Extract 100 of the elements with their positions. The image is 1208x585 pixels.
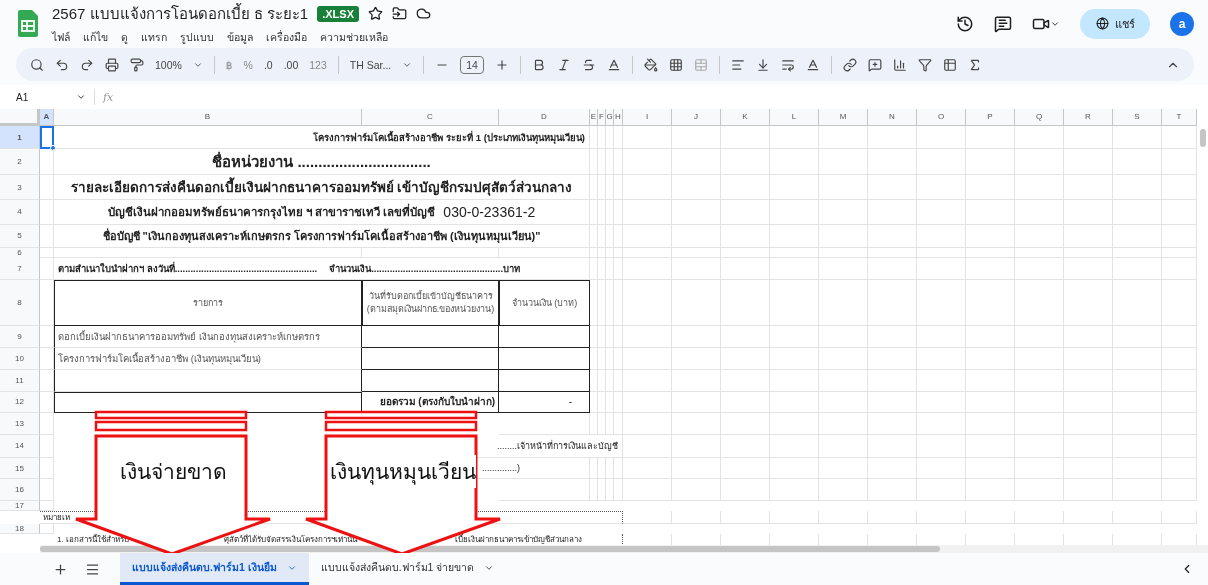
grid-cell[interactable] [868,224,917,249]
grid-cell[interactable] [598,199,606,225]
grid-cell[interactable] [623,224,672,249]
grid-cell[interactable] [966,413,1015,435]
row-header[interactable]: 12 [0,391,40,414]
grid-cell[interactable] [819,369,868,392]
grid-cell[interactable] [362,248,499,259]
column-header[interactable]: Q [1015,109,1064,126]
grid-cell[interactable] [1015,479,1064,502]
grid-cell[interactable] [1162,125,1197,150]
grid-cell[interactable] [54,248,362,259]
grid-cell[interactable] [1015,326,1064,349]
grid-cell[interactable] [917,175,966,200]
grid-cell[interactable] [623,175,672,200]
grid-cell[interactable] [40,369,54,392]
grid-cell[interactable] [721,479,770,502]
grid-cell[interactable] [917,511,966,525]
grid-cell[interactable] [721,279,770,327]
grid-cell[interactable] [672,511,721,525]
grid-cell[interactable] [1113,175,1162,200]
font-size-field[interactable]: 14 [460,55,484,74]
grid-cell[interactable] [1064,413,1113,435]
grid-cell[interactable] [1113,149,1162,176]
search-icon[interactable] [30,57,44,72]
grid-cell[interactable] [721,326,770,349]
grid-cell[interactable] [1064,434,1113,458]
grid-cell[interactable] [606,199,614,225]
grid-cell[interactable] [606,391,614,414]
grid-cell[interactable] [1162,326,1197,349]
grid-cell[interactable] [868,479,917,502]
grid-cell[interactable] [917,413,966,435]
grid-cell[interactable] [1015,224,1064,249]
grid-cell[interactable] [40,434,54,458]
grid-cell[interactable] [819,457,868,480]
grid-cell[interactable] [966,511,1015,525]
grid-cell[interactable] [606,479,614,502]
grid-cell[interactable] [590,369,598,392]
grid-cell[interactable] [672,199,721,225]
grid-cell[interactable] [966,326,1015,349]
row-header[interactable]: 14 [0,434,40,458]
grid-cell[interactable] [606,279,614,327]
grid-cell[interactable] [40,149,54,176]
grid-cell[interactable] [721,175,770,200]
column-header[interactable]: J [672,109,721,126]
grid-cell[interactable] [819,149,868,176]
grid-cell[interactable] [590,326,598,349]
grid-cell[interactable] [598,348,606,370]
grid-cell[interactable] [721,369,770,392]
grid-cell[interactable] [770,434,819,458]
grid-cell[interactable] [1113,125,1162,150]
grid-cell[interactable] [1064,224,1113,249]
grid-cell[interactable] [606,326,614,349]
row-header[interactable]: 3 [0,175,40,200]
grid-cell[interactable] [966,149,1015,176]
grid-cell[interactable] [770,348,819,370]
zoom-select[interactable]: 100% [155,58,182,71]
grid-cell[interactable] [623,511,672,525]
grid-cell[interactable] [966,369,1015,392]
grid-cell[interactable] [672,457,721,480]
grid-cell[interactable] [917,149,966,176]
grid-cell[interactable] [868,413,917,435]
grid-cell[interactable] [917,391,966,414]
grid-cell[interactable] [590,391,598,414]
grid-cell[interactable] [868,434,917,458]
grid-cell[interactable] [672,479,721,502]
grid-cell[interactable] [721,248,770,259]
grid-cell[interactable] [606,149,614,176]
grid-cell[interactable] [770,511,819,525]
grid-cell[interactable] [770,224,819,249]
grid-cell[interactable] [721,224,770,249]
grid-cell[interactable] [1113,391,1162,414]
comment-icon[interactable] [994,14,1012,33]
grid-cell[interactable] [868,326,917,349]
grid-cell[interactable] [1015,199,1064,225]
grid-cell[interactable] [917,279,966,327]
grid-cell[interactable] [1064,369,1113,392]
link-icon[interactable] [842,57,857,72]
grid-cell[interactable] [1162,413,1197,435]
menu-item[interactable]: รูปแบบ [180,28,214,46]
grid-cell[interactable] [1015,434,1064,458]
grid-cell[interactable] [966,391,1015,414]
grid-cell[interactable] [499,479,590,502]
scrollbar-thumb[interactable] [1200,129,1206,147]
grid-cell[interactable] [1162,175,1197,200]
grid-cell[interactable] [598,457,606,480]
grid-cell[interactable] [598,369,606,392]
grid-cell[interactable] [598,257,606,280]
grid-cell[interactable] [606,348,614,370]
grid-cell[interactable] [40,348,54,370]
row-header[interactable]: 17 [0,501,40,512]
grid-cell[interactable] [1064,511,1113,525]
column-header[interactable]: R [1064,109,1113,126]
grid-cell[interactable] [672,175,721,200]
grid-cell[interactable] [1113,199,1162,225]
grid-cell[interactable] [819,125,868,150]
grid-cell[interactable] [770,369,819,392]
grid-cell[interactable] [917,457,966,480]
grid-cell[interactable] [1064,279,1113,327]
grid-cell[interactable] [623,413,672,435]
menu-item[interactable]: แทรก [141,28,167,46]
